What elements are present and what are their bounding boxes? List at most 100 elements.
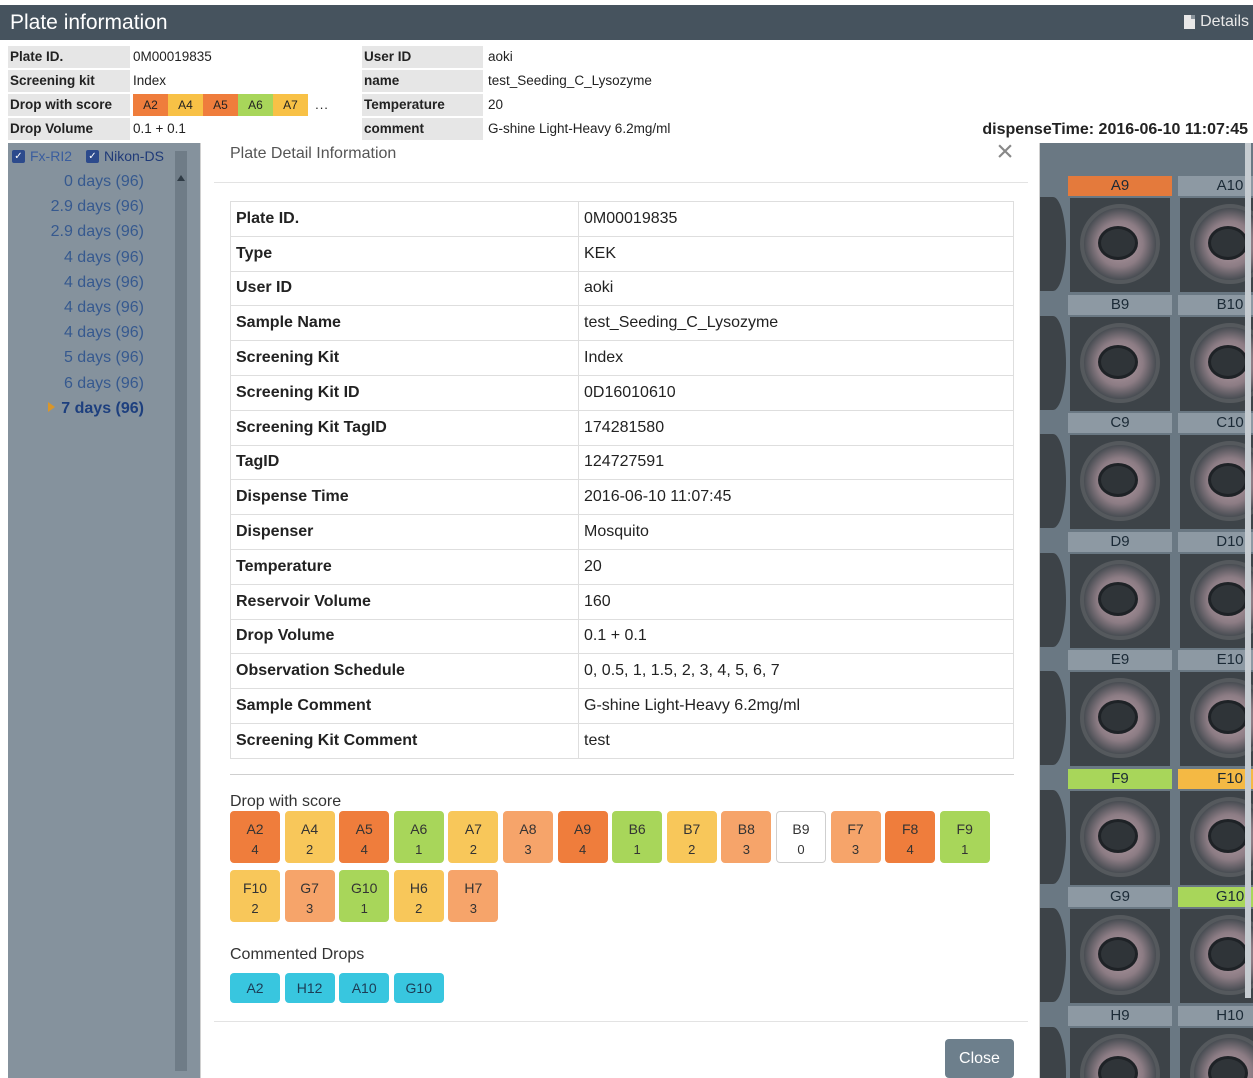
partial-well-image (1040, 789, 1066, 884)
plate-well[interactable]: E10 (1178, 650, 1253, 766)
drop-score-chip[interactable]: A6 1 (393, 811, 444, 863)
drop-score-chip[interactable]: F8 4 (885, 811, 936, 863)
more-indicator: ... (315, 97, 329, 112)
plate-well[interactable]: B9 (1068, 294, 1172, 411)
plate-well[interactable]: F9 (1068, 768, 1172, 885)
day-item[interactable]: 4 days (96) (8, 324, 148, 349)
info-label-comment: comment (362, 118, 483, 140)
well-label: E9 (1068, 650, 1172, 670)
sidebar-scrollbar[interactable] (175, 151, 187, 1071)
divider (214, 182, 1028, 183)
commented-drop-chip[interactable]: G10 (393, 973, 444, 1003)
drop-score-chip[interactable]: B7 2 (666, 811, 717, 863)
drop-score-chip[interactable]: A7 2 (448, 811, 499, 863)
drop-score-chip[interactable]: H7 3 (448, 870, 499, 922)
drop-score-chip[interactable]: F9 1 (939, 811, 990, 863)
drop-score-chip[interactable]: H6 2 (393, 870, 444, 922)
drop-score-chip[interactable]: F10 2 (230, 870, 280, 922)
drop-score-chip[interactable]: B9 0 (775, 811, 826, 863)
well-image (1180, 198, 1253, 292)
day-item[interactable]: 2.9 days (96) (8, 198, 148, 223)
plate-well[interactable]: B10 (1178, 294, 1253, 411)
plate-well[interactable]: D9 (1068, 531, 1172, 648)
plate-well[interactable]: D10 (1178, 531, 1253, 648)
day-item[interactable]: 2.9 days (96) (8, 223, 148, 248)
drop-score-chip[interactable]: A2 4 (230, 811, 280, 863)
crystal-drop (1098, 463, 1138, 497)
well-image (1180, 316, 1253, 411)
drop-score-chip[interactable]: G7 3 (284, 870, 335, 922)
drop-score-chip[interactable]: A5 4 (339, 811, 390, 863)
plate-well[interactable]: H9 (1068, 1005, 1172, 1078)
detail-key: Drop Volume (230, 618, 579, 655)
mini-chip[interactable]: A4 (168, 94, 203, 116)
well-label: E10 (1178, 650, 1253, 670)
detail-key: Screening Kit Comment (230, 722, 579, 759)
info-label-temperature: Temperature (362, 94, 483, 116)
plate-well[interactable]: F10 (1178, 768, 1253, 885)
plate-well[interactable]: H10 (1178, 1005, 1253, 1078)
day-item[interactable]: 6 days (96) (8, 375, 148, 400)
plate-well[interactable]: E9 (1068, 650, 1172, 766)
drop-score-chip[interactable]: B6 1 (612, 811, 663, 863)
commented-drops-title: Commented Drops (230, 946, 365, 963)
camera-filters: ✓ Fx-RI2 ✓ Nikon-DS (12, 148, 164, 164)
drop-score-chip[interactable]: F7 3 (830, 811, 881, 863)
drop-score: 1 (633, 842, 641, 857)
detail-key: Screening Kit ID (230, 374, 579, 411)
drop-score: 2 (305, 842, 314, 857)
commented-drop-chip[interactable]: A2 (230, 973, 280, 1003)
detail-row: Screening Kit Comment test (230, 722, 1014, 759)
drop-score-chip[interactable]: G10 1 (339, 870, 390, 922)
plate-well[interactable]: G9 (1068, 887, 1172, 1003)
info-label-screening-kit: Screening kit (8, 70, 130, 92)
plate-well[interactable]: C9 (1068, 413, 1172, 529)
plate-grid: A9 A10 B9 B10 C9 C10 D9 D10 E9 E10 F9 F10 G9 G10 H9 H10 (1040, 143, 1253, 1078)
detail-row: TagID 124727591 (230, 444, 1014, 481)
commented-drop-chip[interactable]: A10 (339, 973, 390, 1003)
plate-well[interactable]: A10 (1178, 176, 1253, 292)
camera-filter-fx-ri2[interactable]: ✓ Fx-RI2 (12, 148, 72, 164)
crystal-drop (1098, 226, 1138, 260)
drop-score-chip[interactable]: A4 2 (284, 811, 335, 863)
drop-score-chip[interactable]: B8 3 (721, 811, 772, 863)
camera-filter-nikon-ds[interactable]: ✓ Nikon-DS (86, 148, 164, 164)
detail-row: Type KEK (230, 235, 1014, 272)
day-item[interactable]: 4 days (96) (8, 274, 148, 299)
mini-chip[interactable]: A2 (133, 94, 168, 116)
crystal-drop (1098, 818, 1138, 853)
day-item[interactable]: 5 days (96) (8, 349, 148, 374)
day-item-selected[interactable]: 7 days (96) (8, 400, 148, 425)
detail-key: Sample Comment (230, 688, 579, 724)
day-item[interactable]: 0 days (96) (8, 173, 148, 198)
plate-well[interactable]: C10 (1178, 413, 1253, 529)
drop-with-score-title: Drop with score (230, 793, 342, 810)
details-button[interactable]: Details (1184, 13, 1249, 31)
well-image (1070, 198, 1170, 292)
drop-score-chip[interactable]: A9 4 (557, 811, 608, 863)
crystal-drop (1208, 226, 1248, 260)
commented-drop-chip[interactable]: H12 (284, 973, 335, 1003)
drop-score-chip[interactable]: A8 3 (502, 811, 553, 863)
drop-well: B8 (737, 821, 755, 837)
close-button[interactable]: Close (945, 1039, 1014, 1078)
mini-chip[interactable]: A7 (273, 94, 308, 116)
crystal-drop (1098, 700, 1138, 734)
detail-key: Reservoir Volume (230, 583, 579, 620)
partial-well-image (1040, 315, 1066, 410)
plate-well[interactable]: A9 (1068, 176, 1172, 292)
well-label: C10 (1178, 413, 1253, 433)
day-item[interactable]: 4 days (96) (8, 299, 148, 324)
mini-chip[interactable]: A6 (238, 94, 273, 116)
well-label: G10 (1178, 887, 1253, 907)
plate-scrollbar[interactable] (1245, 143, 1251, 998)
close-icon[interactable]: × (993, 137, 1017, 167)
dispense-time: dispenseTime: 2016-06-10 11:07:45 (982, 121, 1248, 138)
mini-chip[interactable]: A5 (203, 94, 238, 116)
plate-column-strip (1040, 175, 1066, 1078)
detail-value: 2016-06-10 11:07:45 (578, 479, 1014, 516)
well-label: G9 (1068, 887, 1172, 907)
crystal-drop (1208, 818, 1248, 853)
day-item[interactable]: 4 days (96) (8, 249, 148, 274)
plate-well[interactable]: G10 (1178, 887, 1253, 1003)
